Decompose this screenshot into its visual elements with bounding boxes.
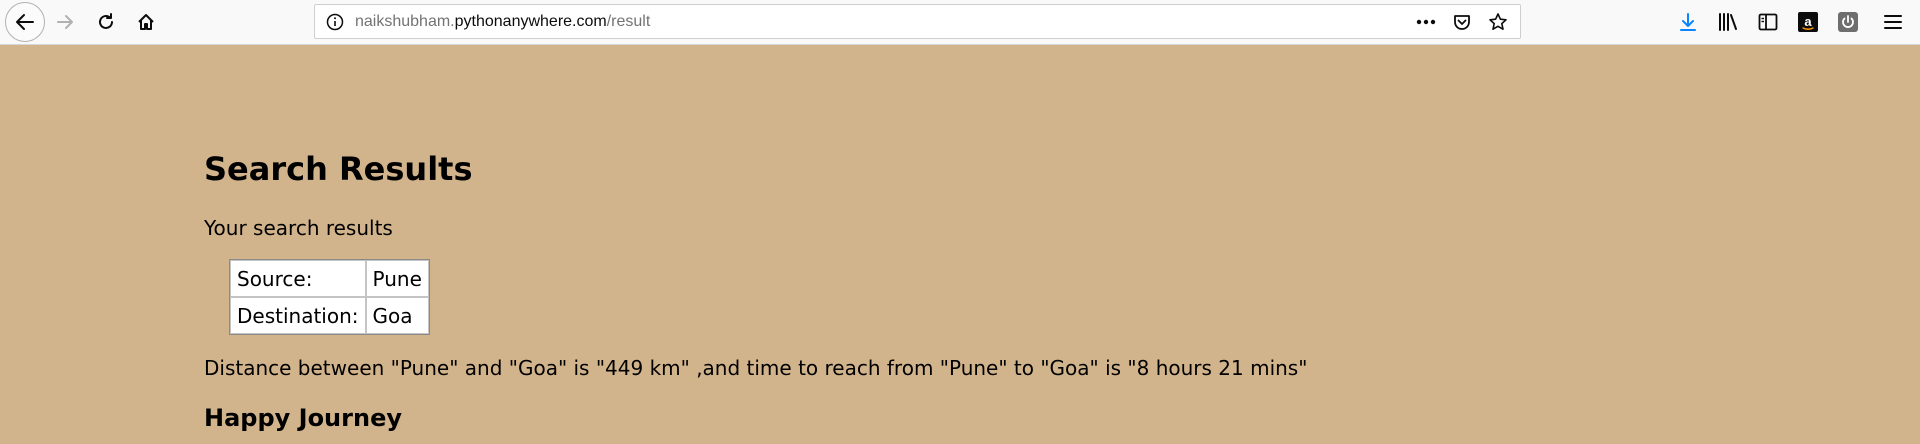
back-button[interactable] (5, 2, 45, 42)
source-label: Source: (230, 260, 366, 297)
destination-value: Goa (365, 297, 429, 334)
pocket-button[interactable] (1446, 9, 1478, 35)
back-arrow-icon (14, 11, 36, 33)
star-icon (1488, 12, 1508, 32)
menu-button[interactable] (1875, 4, 1911, 40)
hamburger-menu-icon (1884, 14, 1902, 30)
library-icon (1717, 12, 1739, 32)
sidebar-icon (1758, 13, 1778, 31)
table-row: Destination: Goa (230, 297, 429, 334)
more-dots-icon (1416, 19, 1436, 25)
svg-text:a: a (1804, 14, 1812, 29)
amazon-button[interactable]: a (1790, 4, 1826, 40)
url-prefix: naikshubham. (355, 13, 455, 30)
closing-heading: Happy Journey (204, 404, 402, 432)
url-text[interactable]: naikshubham.pythonanywhere.com/result (355, 13, 650, 31)
page-title: Search Results (204, 150, 473, 188)
url-path: /result (606, 13, 651, 30)
bookmark-button[interactable] (1482, 9, 1514, 35)
table-row: Source: Pune (230, 260, 429, 297)
results-table: Source: Pune Destination: Goa (229, 259, 430, 335)
pocket-icon (1452, 12, 1472, 32)
home-button[interactable] (128, 4, 164, 40)
sidebar-button[interactable] (1750, 4, 1786, 40)
forward-arrow-icon (56, 12, 76, 32)
page-actions-button[interactable] (1410, 9, 1442, 35)
results-subtitle: Your search results (204, 216, 393, 240)
home-icon (136, 12, 156, 32)
power-button[interactable] (1830, 4, 1866, 40)
source-value: Pune (365, 260, 429, 297)
info-icon[interactable] (325, 12, 345, 32)
url-host: pythonanywhere.com (454, 13, 607, 30)
reload-button[interactable] (88, 4, 124, 40)
browser-toolbar: naikshubham.pythonanywhere.com/result a (0, 0, 1920, 45)
library-button[interactable] (1710, 4, 1746, 40)
destination-label: Destination: (230, 297, 366, 334)
download-arrow-icon (1678, 12, 1698, 32)
forward-button[interactable] (48, 4, 84, 40)
distance-text: Distance between "Pune" and "Goa" is "44… (204, 356, 1308, 380)
downloads-button[interactable] (1670, 4, 1706, 40)
address-bar[interactable]: naikshubham.pythonanywhere.com/result (314, 4, 1521, 39)
reload-icon (96, 12, 116, 32)
amazon-icon: a (1798, 12, 1818, 32)
power-icon (1838, 12, 1858, 32)
